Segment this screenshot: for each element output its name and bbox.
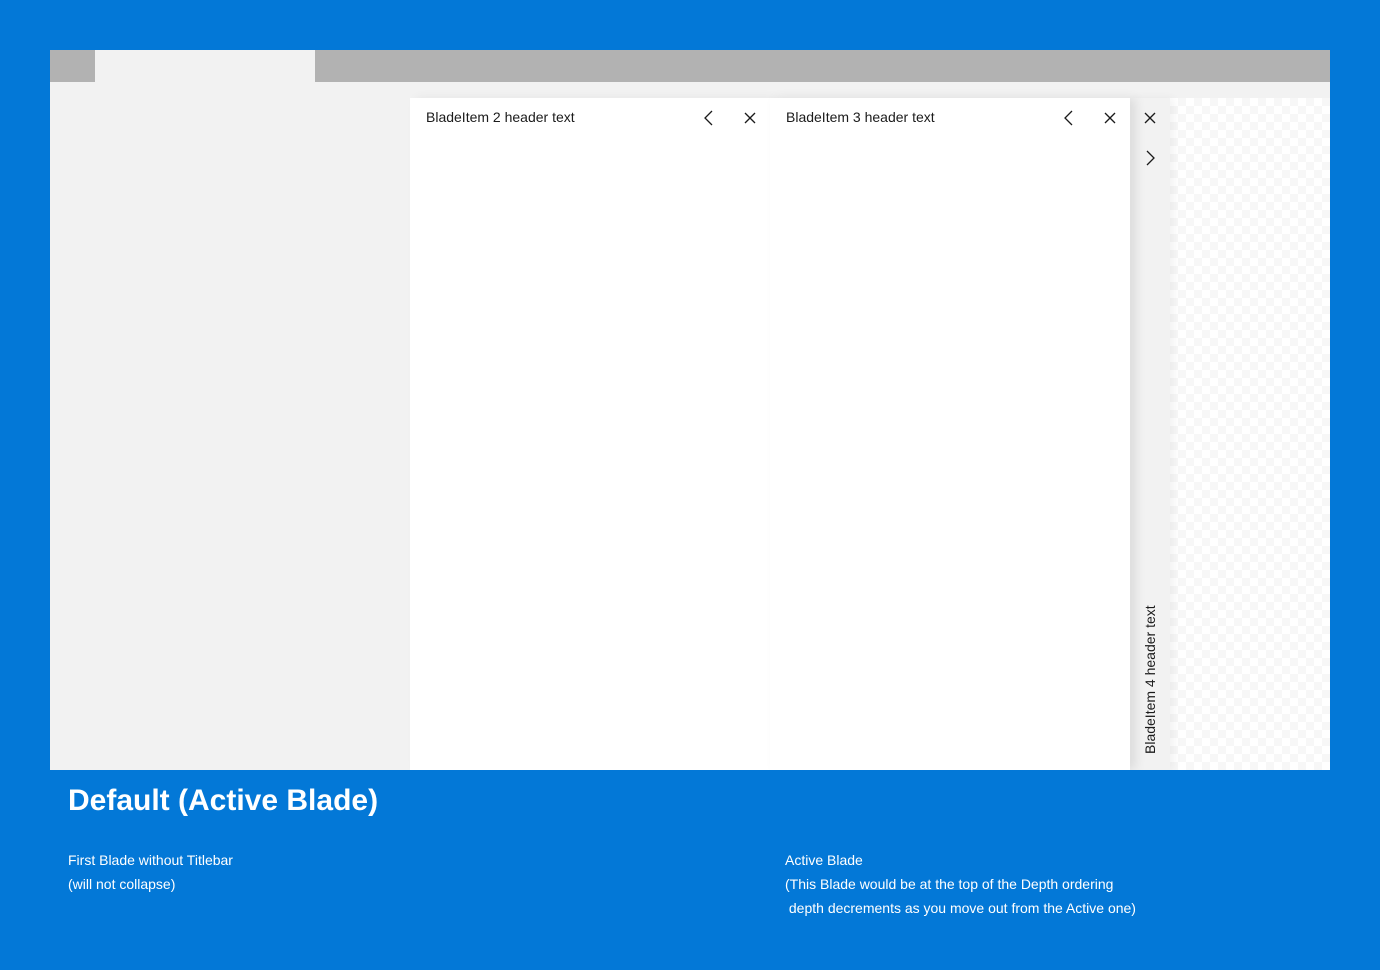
blade-2-back-button[interactable] <box>697 106 721 130</box>
blade-2-header: BladeItem 2 header text <box>410 98 770 138</box>
tab-bar <box>50 50 1330 82</box>
chevron-left-icon <box>1064 110 1073 126</box>
blade-4-collapsed[interactable]: BladeItem 4 header text <box>1130 98 1170 770</box>
blade-2: BladeItem 2 header text <box>410 98 770 770</box>
blade-first <box>50 98 410 770</box>
empty-canvas <box>1170 98 1330 770</box>
caption-title: Default (Active Blade) <box>68 784 379 817</box>
blade-4-title: BladeItem 4 header text <box>1142 605 1158 754</box>
note-line: First Blade without Titlebar <box>68 852 233 868</box>
tab-active[interactable] <box>95 50 315 82</box>
blade-3-back-button[interactable] <box>1057 106 1081 130</box>
close-icon <box>744 112 756 124</box>
chevron-left-icon <box>704 110 713 126</box>
note-line: (will not collapse) <box>68 876 176 892</box>
blade-2-title: BladeItem 2 header text <box>426 109 575 125</box>
chevron-right-icon <box>1146 150 1155 166</box>
close-icon <box>1104 112 1116 124</box>
blade-3-title: BladeItem 3 header text <box>786 109 935 125</box>
blade-3-close-button[interactable] <box>1098 106 1122 130</box>
close-icon <box>1144 112 1156 124</box>
blade-4-expand-button[interactable] <box>1138 146 1162 170</box>
blade-2-close-button[interactable] <box>738 106 762 130</box>
blade-3-header: BladeItem 3 header text <box>770 98 1130 138</box>
first-blade-note: First Blade without Titlebar (will not c… <box>68 848 233 896</box>
note-line: (This Blade would be at the top of the D… <box>785 876 1114 892</box>
blade-3-active: BladeItem 3 header text <box>770 98 1130 770</box>
active-blade-note: Active Blade (This Blade would be at the… <box>785 848 1136 920</box>
toolbar-strip <box>50 82 1330 99</box>
note-line: Active Blade <box>785 852 863 868</box>
note-line: depth decrements as you move out from th… <box>785 900 1136 916</box>
blade-4-close-button[interactable] <box>1138 106 1162 130</box>
app-window: BladeItem 2 header text BladeItem 3 head… <box>50 50 1330 770</box>
